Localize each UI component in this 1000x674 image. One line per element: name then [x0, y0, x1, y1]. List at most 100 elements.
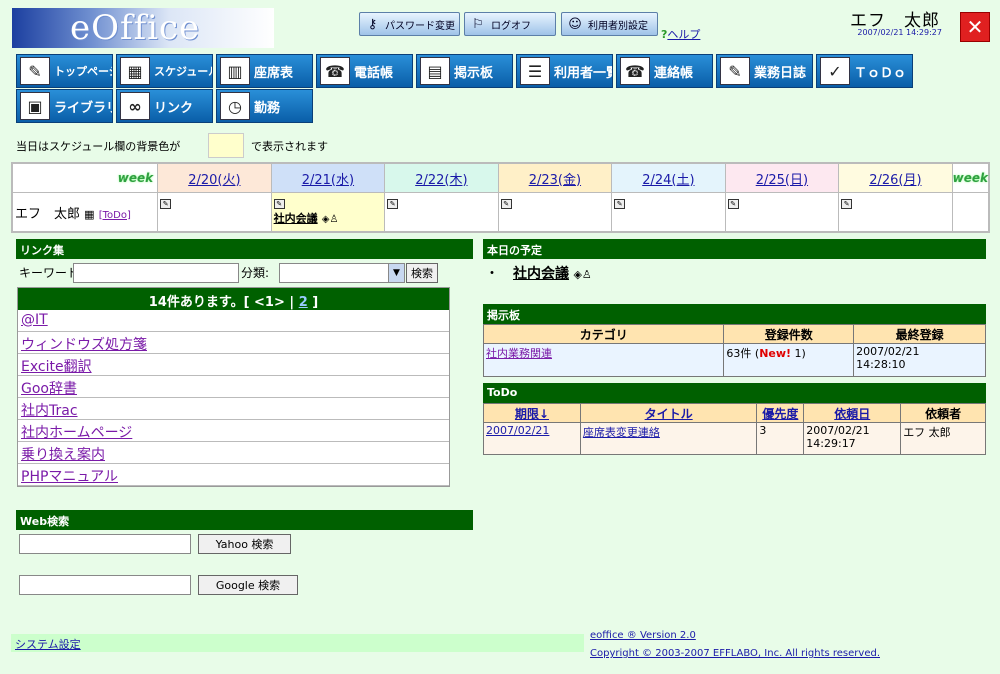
user-settings-label: 利用者別設定	[588, 20, 648, 32]
nav-schedule-button[interactable]: ▦ スケジュール	[116, 54, 213, 88]
nav-contacts-button[interactable]: ☎ 連絡帳	[616, 54, 713, 88]
edit-icon[interactable]: ✎	[727, 199, 739, 209]
nav-users-label: 利用者一覧	[554, 65, 613, 81]
day-link[interactable]: 2/22(木)	[415, 173, 467, 188]
yahoo-search-button[interactable]: Yahoo 検索	[198, 534, 291, 554]
day-link[interactable]: 2/25(日)	[756, 173, 808, 188]
copyright-link[interactable]: Copyright © 2003-2007 EFFLABO, Inc. All …	[590, 648, 880, 659]
todo-title: ToDo	[483, 383, 986, 403]
today-event-link[interactable]: 社内会議	[513, 266, 569, 282]
link-item[interactable]: 社内ホームページ	[21, 425, 132, 441]
google-search-input[interactable]	[19, 575, 191, 595]
link-item[interactable]: PHPマニュアル	[21, 469, 118, 485]
close-button[interactable]: ✕	[960, 12, 990, 42]
nav-library-label: ライブラリ	[54, 100, 113, 116]
day-link[interactable]: 2/23(金)	[529, 173, 581, 188]
participants-icon: ♙	[581, 268, 592, 281]
version-link[interactable]: eoffice ® Version 2.0	[590, 630, 696, 641]
day-link[interactable]: 2/26(月)	[869, 173, 921, 188]
yahoo-search-input[interactable]	[19, 534, 191, 554]
todo-title-link[interactable]: 座席表変更連絡	[583, 426, 660, 439]
day-header: 2/24(土)	[611, 163, 726, 193]
todo-header-title[interactable]: タイトル	[579, 403, 758, 423]
day-cell[interactable]: ✎	[838, 192, 953, 232]
link-item[interactable]: ウィンドウズ処方箋	[21, 337, 147, 353]
system-settings-link[interactable]: システム設定	[15, 638, 81, 651]
page-2-link[interactable]: 2	[299, 295, 308, 310]
nav-link-label: リンク	[154, 100, 194, 116]
day-cell[interactable]: ✎	[611, 192, 726, 232]
day-cell[interactable]: ✎	[157, 192, 272, 232]
sort-title-link[interactable]: タイトル	[645, 407, 693, 421]
nav-link-button[interactable]: ∞ リンク	[116, 89, 213, 123]
sort-due-link[interactable]: 期限↓	[515, 407, 549, 421]
user-settings-button[interactable]: ☺ 利用者別設定	[561, 12, 658, 36]
day-cell-today[interactable]: ✎ 社内会議 ◈♙	[270, 192, 386, 232]
edit-icon[interactable]: ✎	[273, 199, 285, 209]
day-link[interactable]: 2/24(土)	[642, 173, 694, 188]
day-link[interactable]: 2/21(水)	[302, 173, 354, 188]
edit-icon[interactable]: ✎	[500, 199, 512, 209]
nav-users-button[interactable]: ☰ 利用者一覧	[516, 54, 613, 88]
edit-icon[interactable]: ✎	[614, 199, 626, 209]
link-list-item: PHPマニュアル	[18, 464, 449, 486]
link-item[interactable]: 乗り換え案内	[21, 447, 105, 463]
bbs-last-cell: 2007/02/21 14:28:10	[853, 343, 986, 377]
help-link[interactable]: ?ヘルプ	[661, 26, 700, 42]
next-week-button[interactable]: week	[951, 163, 990, 193]
keyword-input[interactable]	[73, 263, 239, 283]
bbs-category-link[interactable]: 社内業務関連	[486, 347, 552, 360]
nav-phonebook-button[interactable]: ☎ 電話帳	[316, 54, 413, 88]
link-list-item: Excite翻訳	[18, 354, 449, 376]
todo-header-reqdate[interactable]: 依頼日	[803, 403, 902, 423]
count-text: 14件あります。[ <1> |	[148, 295, 295, 310]
link-list: 14件あります。[ <1> | 2 ] @IT ウィンドウズ処方箋 Excite翻訳…	[17, 287, 450, 487]
nav-library-icon: ▣	[20, 92, 50, 120]
link-search-button[interactable]: 検索	[406, 263, 438, 283]
nav-todo-button[interactable]: ✓ ＴｏＤｏ	[816, 54, 913, 88]
nav-bbs-button[interactable]: ▤ 掲示板	[416, 54, 513, 88]
todo-row: 2007/02/21 座席表変更連絡 3 2007/02/21 14:29:17 …	[483, 422, 986, 455]
link-item[interactable]: Goo辞書	[21, 381, 77, 397]
logo-text: eOffice	[70, 8, 201, 48]
nav-work-button[interactable]: ◷ 勤務	[216, 89, 313, 123]
edit-icon[interactable]: ✎	[841, 199, 853, 209]
nav-seats-button[interactable]: ▥ 座席表	[216, 54, 313, 88]
google-search-button[interactable]: Google 検索	[198, 575, 298, 595]
category-select[interactable]: ▼	[279, 263, 405, 283]
prev-week-button[interactable]: week	[11, 163, 159, 193]
nav-diary-button[interactable]: ✎ 業務日誌	[716, 54, 813, 88]
chevron-down-icon: ▼	[388, 264, 404, 282]
user-settings-icon: ☺	[568, 16, 582, 32]
day-cell[interactable]: ✎	[724, 192, 840, 232]
nav-top-button[interactable]: ✎ トップページ	[16, 54, 113, 88]
nav-link-icon: ∞	[120, 92, 150, 120]
calendar-icon[interactable]: ▦	[84, 208, 94, 221]
nav-users-icon: ☰	[520, 57, 550, 85]
schedule-event[interactable]: 社内会議	[274, 212, 318, 225]
help-label[interactable]: ヘルプ	[667, 28, 700, 41]
bbs-count: 63件 (	[726, 347, 760, 360]
nav-library-button[interactable]: ▣ ライブラリ	[16, 89, 113, 123]
logoff-icon: ⚐	[472, 16, 484, 32]
todo-header-priority[interactable]: 優先度	[756, 403, 805, 423]
sort-priority-link[interactable]: 優先度	[762, 407, 798, 421]
link-item[interactable]: Excite翻訳	[21, 359, 92, 375]
edit-icon[interactable]: ✎	[160, 199, 172, 209]
day-link[interactable]: 2/20(火)	[188, 173, 240, 188]
logoff-button[interactable]: ⚐ ログオフ	[464, 12, 556, 36]
link-item[interactable]: 社内Trac	[21, 403, 78, 419]
today-event-item: ・ 社内会議 ◈♙	[485, 266, 592, 282]
day-cell[interactable]: ✎	[497, 192, 613, 232]
day-cell[interactable]: ✎	[384, 192, 499, 232]
edit-icon[interactable]: ✎	[387, 199, 399, 209]
bbs-title: 掲示板	[483, 304, 986, 324]
todo-due-link[interactable]: 2007/02/21	[486, 424, 549, 437]
count-end: ]	[312, 295, 319, 310]
password-change-button[interactable]: ⚷ パスワード変更	[359, 12, 460, 36]
todo-header-due[interactable]: 期限↓	[483, 403, 581, 423]
todo-due-cell: 2007/02/21	[483, 422, 581, 455]
link-item[interactable]: @IT	[21, 312, 48, 328]
sort-reqdate-link[interactable]: 依頼日	[834, 407, 870, 421]
todo-link[interactable]: [ToDo]	[99, 210, 131, 221]
